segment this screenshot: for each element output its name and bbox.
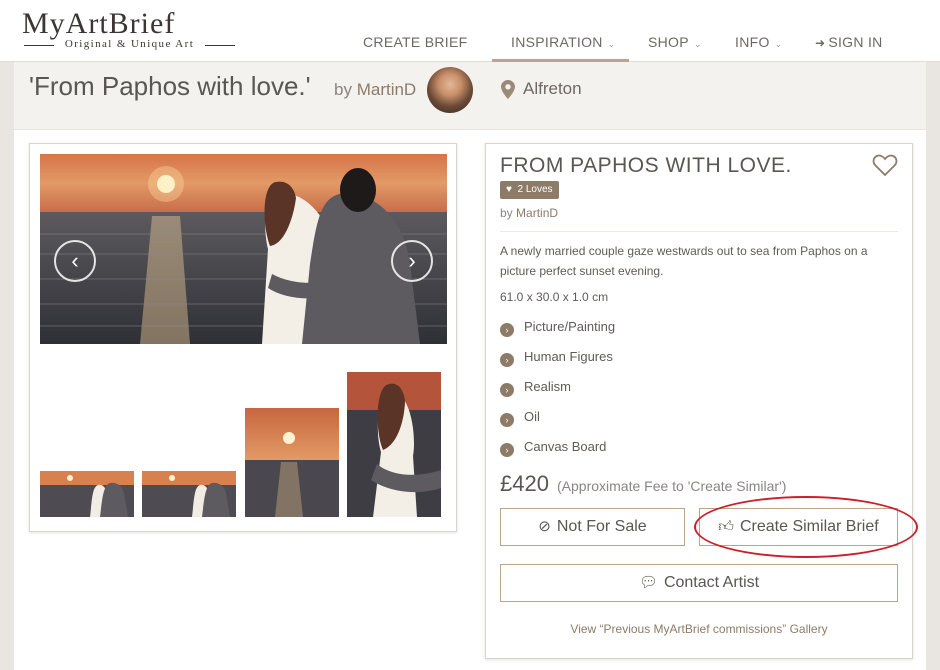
main-artwork-image[interactable]: ‹ › <box>40 154 447 344</box>
artist-location: Alfreton <box>523 79 582 98</box>
contact-artist-button[interactable]: 💬︎ Contact Artist <box>500 564 898 602</box>
chevron-right-icon: › <box>500 443 514 457</box>
nav-label: SIGN IN <box>828 34 883 50</box>
page-gutter-right <box>926 130 940 670</box>
price: £420 <box>500 471 549 496</box>
ban-icon: ⊘ <box>538 518 551 535</box>
attribute-item: › Canvas Board <box>500 439 606 457</box>
details-title: FROM PAPHOS WITH LOVE. <box>500 154 792 177</box>
artwork-byline: by MartinD <box>334 80 416 100</box>
button-label: Not For Sale <box>556 518 647 535</box>
details-byline: by MartinD <box>500 206 558 220</box>
nav-inspiration[interactable]: INSPIRATION ⌄ <box>511 34 616 50</box>
chevron-down-icon: ⌄ <box>693 39 702 49</box>
annotation-highlight-oval <box>694 496 918 558</box>
chevron-right-icon: › <box>500 323 514 337</box>
chevron-down-icon: ⌄ <box>607 39 616 49</box>
location-pin-icon <box>501 80 515 99</box>
artist-link[interactable]: MartinD <box>516 206 558 220</box>
chevron-right-icon: › <box>500 413 514 427</box>
artwork-description: A newly married couple gaze westwards ou… <box>500 244 868 278</box>
chevron-down-icon: ⌄ <box>774 39 783 49</box>
loves-count: 2 Loves <box>517 184 553 195</box>
chevron-right-icon: › <box>500 353 514 367</box>
gallery-thumbnail[interactable] <box>142 471 236 517</box>
nav-label: INSPIRATION <box>511 34 603 50</box>
attribute-item: › Picture/Painting <box>500 319 615 337</box>
nav-create-brief[interactable]: CREATE BRIEF <box>363 34 467 50</box>
attribute-label: Human Figures <box>524 349 613 364</box>
button-label: Contact Artist <box>663 574 760 591</box>
loves-badge: ♥ 2 Loves <box>500 181 559 199</box>
divider <box>500 231 898 232</box>
nav-sign-in[interactable]: ➜ SIGN IN <box>815 34 883 50</box>
logo-tagline: Original & Unique Art <box>22 38 237 50</box>
artwork-details-panel: FROM PAPHOS WITH LOVE. ♥ 2 Loves by Mart… <box>485 143 913 659</box>
chevron-right-icon: › <box>500 383 514 397</box>
attribute-item: › Realism <box>500 379 571 397</box>
site-logo[interactable]: MyArtBrief Original & Unique Art <box>22 8 237 50</box>
attribute-label: Picture/Painting <box>524 319 616 334</box>
logo-wordmark: MyArtBrief <box>22 7 176 40</box>
attribute-item: › Oil <box>500 409 540 427</box>
attribute-label: Realism <box>524 379 571 394</box>
page-gutter-left <box>0 130 14 670</box>
by-prefix: by <box>334 80 352 99</box>
nav-label: CREATE BRIEF <box>363 34 468 50</box>
nav-info[interactable]: INFO ⌄ <box>735 34 783 50</box>
artwork-dimensions: 61.0 x 30.0 x 1.0 cm <box>500 290 609 304</box>
speech-bubble-icon: 💬︎ <box>638 574 658 591</box>
gallery-thumbnail[interactable] <box>40 471 134 517</box>
sign-in-icon: ➜ <box>815 36 826 50</box>
price-note: (Approximate Fee to 'Create Similar') <box>557 478 787 494</box>
artwork-title: 'From Paphos with love.' <box>29 71 311 101</box>
heart-icon[interactable] <box>872 153 898 177</box>
nav-label: INFO <box>735 34 770 50</box>
top-navigation-bar: MyArtBrief Original & Unique Art CREATE … <box>0 0 940 62</box>
by-prefix: by <box>500 206 513 220</box>
attribute-item: › Human Figures <box>500 349 613 367</box>
heart-icon: ♥ <box>506 184 512 195</box>
attribute-label: Canvas Board <box>524 439 607 454</box>
attribute-label: Oil <box>524 409 540 424</box>
nav-shop[interactable]: SHOP ⌄ <box>648 34 702 50</box>
previous-commissions-gallery-link[interactable]: View “Previous MyArtBrief commissions” G… <box>486 622 912 636</box>
gallery-thumbnail[interactable] <box>245 408 339 517</box>
carousel-prev-button[interactable]: ‹ <box>54 240 96 282</box>
artist-link[interactable]: MartinD <box>357 80 417 99</box>
not-for-sale-button[interactable]: ⊘ Not For Sale <box>500 508 685 546</box>
carousel-next-button[interactable]: › <box>391 240 433 282</box>
gallery-thumbnail[interactable] <box>347 372 441 517</box>
artist-avatar[interactable] <box>427 67 473 113</box>
image-gallery: ‹ › <box>29 143 457 532</box>
nav-label: SHOP <box>648 34 689 50</box>
